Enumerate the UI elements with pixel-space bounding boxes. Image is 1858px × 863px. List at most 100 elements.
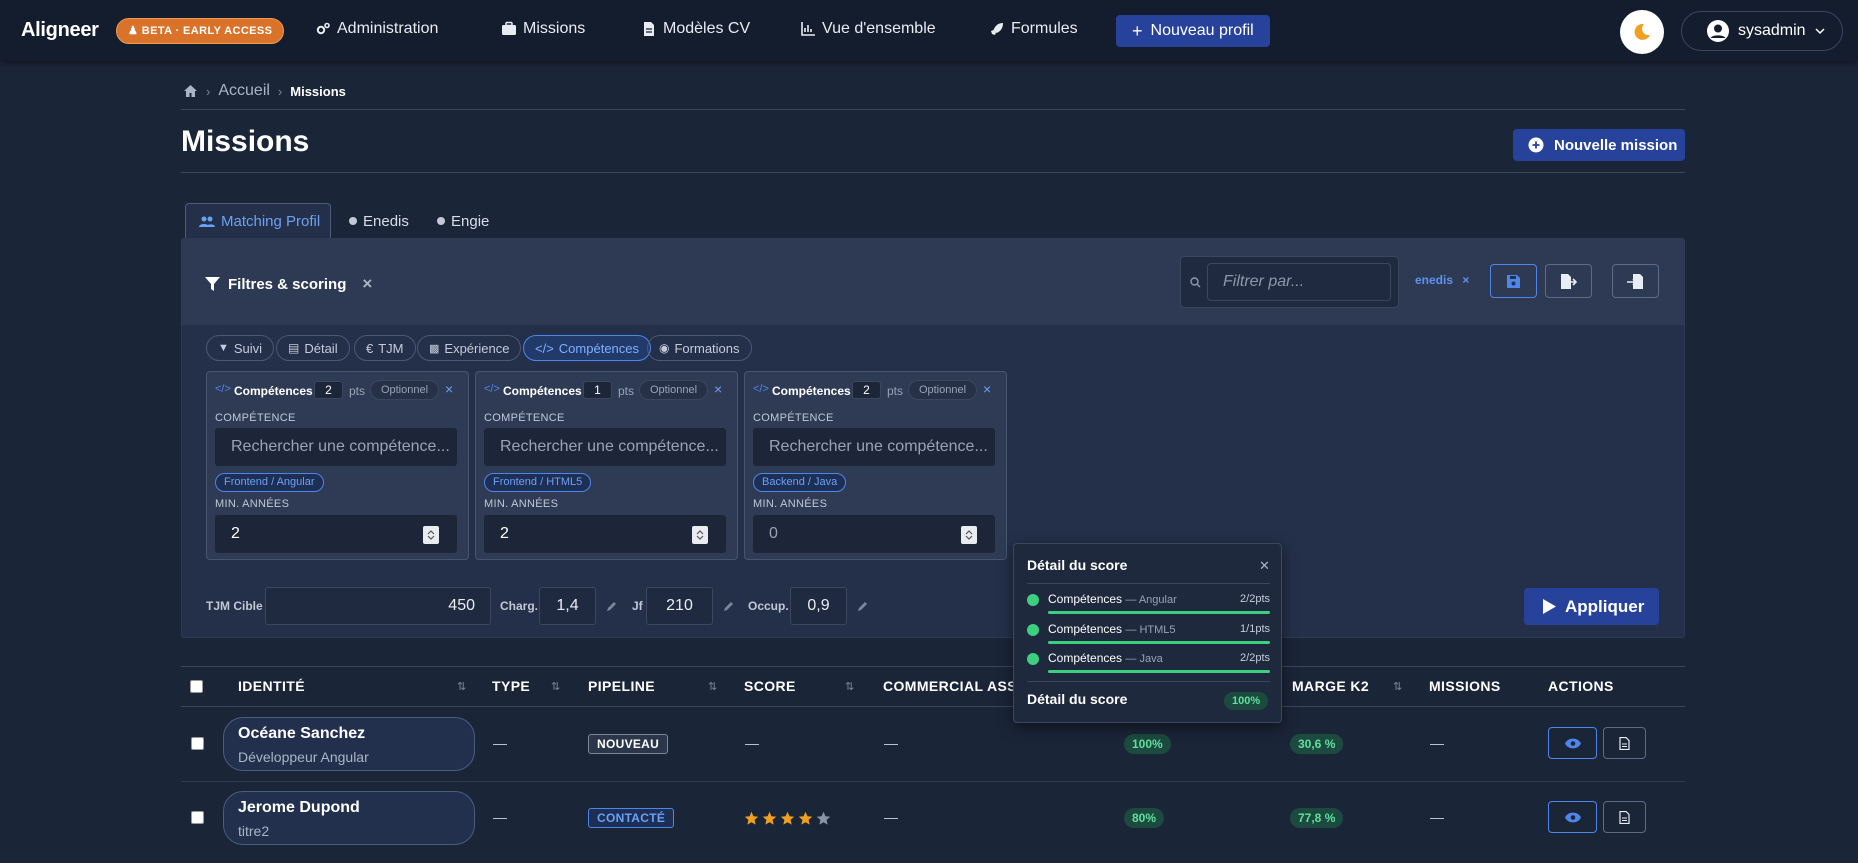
min-years-input[interactable]: 2 — [215, 515, 457, 553]
theme-toggle-button[interactable] — [1620, 10, 1664, 54]
tab-enedis[interactable]: Enedis — [349, 203, 409, 239]
sort-icon[interactable]: ⇅ — [708, 680, 717, 693]
save-filter-button[interactable] — [1490, 264, 1537, 298]
pencil-icon[interactable] — [723, 600, 735, 612]
occup-input[interactable]: 0,9 — [790, 587, 847, 625]
home-icon[interactable] — [183, 84, 198, 98]
points-input[interactable]: 1 — [583, 381, 612, 399]
nav-modeles-cv[interactable]: Modèles CV — [641, 20, 750, 38]
min-years-input[interactable]: 0 — [753, 515, 995, 553]
nav-label: Formules — [1011, 20, 1078, 37]
import-button[interactable] — [1612, 264, 1659, 298]
col-score[interactable]: SCORE — [744, 678, 796, 694]
chevron-right-icon: › — [277, 83, 283, 99]
competence-search-input[interactable]: Rechercher une compétence... — [215, 428, 457, 466]
star-filled-icon[interactable] — [762, 811, 777, 826]
breadcrumb-home[interactable]: Accueil — [218, 82, 270, 100]
competence-search-input[interactable]: Rechercher une compétence... — [753, 428, 995, 466]
pill-formations[interactable]: ◉ Formations — [647, 335, 752, 361]
tab-label: Engie — [451, 212, 490, 230]
star-filled-icon[interactable] — [744, 811, 759, 826]
pipeline-badge[interactable]: CONTACTÉ — [588, 808, 675, 828]
points-input[interactable]: 2 — [852, 381, 881, 399]
sort-icon[interactable]: ⇅ — [551, 680, 560, 693]
remove-card-icon[interactable]: × — [714, 381, 722, 397]
code-icon: </> — [535, 340, 554, 356]
sort-icon[interactable]: ⇅ — [845, 680, 854, 693]
min-years-input[interactable]: 2 — [484, 515, 726, 553]
competence-tag[interactable]: Frontend / Angular — [215, 473, 324, 492]
competence-tag[interactable]: Frontend / HTML5 — [484, 473, 592, 492]
points-input[interactable]: 2 — [314, 381, 343, 399]
star-empty-icon[interactable] — [816, 811, 831, 826]
pipeline-badge[interactable]: NOUVEAU — [588, 734, 669, 754]
competence-tag[interactable]: Backend / Java — [753, 473, 847, 492]
sort-icon[interactable]: ⇅ — [457, 680, 466, 693]
competence-card: </> Compétences 1 pts Optionnel × COMPÉT… — [475, 371, 738, 560]
star-filled-icon[interactable] — [798, 811, 813, 826]
nav-administration[interactable]: Administration — [315, 20, 438, 38]
select-all-checkbox[interactable] — [190, 680, 203, 693]
close-icon[interactable]: ✕ — [1259, 558, 1270, 574]
nav-vue-ensemble[interactable]: Vue d'ensemble — [800, 20, 936, 38]
sort-icon[interactable]: ⇅ — [1393, 680, 1402, 693]
brand-logo[interactable]: Aligneer — [21, 19, 99, 42]
pill-suivi[interactable]: ▼ Suivi — [206, 335, 275, 361]
jf-input[interactable]: 210 — [646, 587, 713, 625]
score-line-label: Compétences — [1048, 592, 1123, 606]
row-checkbox[interactable] — [191, 737, 204, 750]
file-icon — [644, 22, 654, 36]
pencil-icon[interactable] — [606, 600, 618, 612]
charg-input[interactable]: 1,4 — [539, 587, 596, 625]
remove-chip-icon[interactable]: × — [1462, 273, 1469, 287]
pencil-icon[interactable] — [857, 600, 869, 612]
row-checkbox[interactable] — [191, 811, 204, 824]
pill-experience[interactable]: ▩ Expérience — [417, 335, 522, 361]
col-marge-k2[interactable]: MARGE K2 — [1292, 678, 1369, 694]
apply-button[interactable]: Appliquer — [1524, 588, 1659, 625]
export-button[interactable] — [1545, 264, 1592, 298]
remove-card-icon[interactable]: × — [445, 381, 453, 397]
nav-missions[interactable]: Missions — [501, 20, 585, 38]
pill-label: Compétences — [558, 340, 640, 356]
competence-search-input[interactable]: Rechercher une compétence... — [484, 428, 726, 466]
pill-tjm[interactable]: € TJM — [354, 335, 416, 361]
stepper-icon[interactable] — [961, 526, 977, 544]
filters-title[interactable]: Filtres & scoring × — [205, 274, 372, 294]
optional-toggle[interactable]: Optionnel — [370, 380, 439, 400]
new-mission-label: Nouvelle mission — [1554, 136, 1678, 154]
col-missions: MISSIONS — [1429, 678, 1501, 694]
candidate-identity[interactable]: Océane Sanchez Développeur Angular — [223, 717, 475, 771]
nav-formules[interactable]: Formules — [989, 20, 1078, 38]
filter-chip-enedis[interactable]: enedis × — [1415, 273, 1469, 287]
optional-toggle[interactable]: Optionnel — [639, 380, 708, 400]
remove-card-icon[interactable]: × — [983, 381, 991, 397]
view-button[interactable] — [1548, 801, 1597, 833]
stepper-icon[interactable] — [423, 526, 439, 544]
new-mission-button[interactable]: Nouvelle mission — [1513, 129, 1685, 161]
tab-matching-profil[interactable]: Matching Profil — [185, 203, 331, 239]
star-filled-icon[interactable] — [780, 811, 795, 826]
candidate-identity[interactable]: Jerome Dupond titre2 — [223, 791, 475, 845]
stepper-icon[interactable] — [692, 526, 708, 544]
user-menu-button[interactable]: sysadmin — [1681, 11, 1843, 51]
col-identite[interactable]: IDENTITÉ — [238, 678, 305, 694]
tab-engie[interactable]: Engie — [437, 203, 489, 239]
match-score-pill[interactable]: 80% — [1124, 808, 1165, 828]
cv-button[interactable] — [1603, 727, 1646, 759]
col-pipeline[interactable]: PIPELINE — [588, 678, 655, 694]
tjm-input[interactable]: 450 — [265, 587, 491, 625]
nav-label: Missions — [523, 20, 586, 37]
match-score-pill[interactable]: 100% — [1124, 734, 1171, 754]
view-button[interactable] — [1548, 727, 1597, 759]
col-commercial[interactable]: COMMERCIAL ASS — [883, 678, 1017, 694]
beta-label: BETA · EARLY ACCESS — [141, 25, 273, 37]
filter-search-input[interactable]: Filtrer par... — [1207, 263, 1391, 301]
optional-toggle[interactable]: Optionnel — [908, 380, 977, 400]
pill-detail[interactable]: ▤ Détail — [276, 335, 350, 361]
cv-button[interactable] — [1603, 801, 1646, 833]
pill-competences[interactable]: </> Compétences — [523, 335, 652, 361]
col-type[interactable]: TYPE — [492, 678, 530, 694]
clear-filters-icon[interactable]: × — [362, 274, 372, 294]
new-profile-button[interactable]: + Nouveau profil — [1116, 15, 1270, 47]
